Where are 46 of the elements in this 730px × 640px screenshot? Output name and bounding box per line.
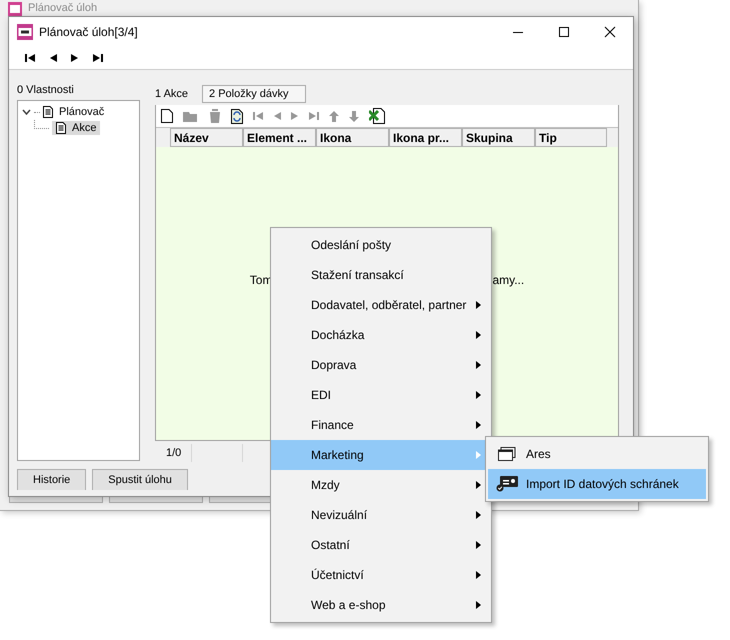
tree-item[interactable]: Akce	[52, 121, 100, 135]
menu-item[interactable]: Účetnictví	[271, 560, 491, 590]
menu-item[interactable]: Ostatní	[271, 530, 491, 560]
menu-item[interactable]: Ares	[488, 439, 706, 469]
tree-item[interactable]: Plánovač	[56, 105, 108, 119]
window-title: Plánovač úloh	[28, 2, 98, 15]
action-button[interactable]: Spustit úlohu	[92, 469, 188, 490]
section-label: 0 Vlastnosti	[17, 84, 75, 96]
column-header[interactable]: Ikona	[316, 128, 389, 147]
column-header[interactable]: Název	[170, 128, 243, 147]
menu-item[interactable]: Odeslání pošty	[271, 230, 491, 260]
menu-item[interactable]: Web a e-shop	[271, 590, 491, 620]
last-icon[interactable]	[93, 54, 103, 62]
next-icon[interactable]	[71, 54, 79, 62]
id-card-icon	[496, 476, 518, 492]
new-document-icon[interactable]	[161, 109, 173, 123]
expand-chevron-icon[interactable]	[22, 109, 31, 115]
windows-icon	[498, 447, 516, 461]
document-icon	[43, 106, 53, 118]
empty-message: amy...	[492, 272, 524, 286]
menu-item[interactable]: Stažení transakcí	[271, 260, 491, 290]
tab[interactable]: 2 Položky dávky	[202, 85, 306, 103]
menu-item[interactable]: Doprava	[271, 350, 491, 380]
menu-item[interactable]: Nevizuální	[271, 500, 491, 530]
document-icon	[56, 122, 66, 134]
refresh-document-icon[interactable]	[231, 108, 243, 124]
column-header[interactable]: Skupina	[462, 128, 535, 147]
spreadsheet-icon[interactable]	[369, 108, 385, 124]
menu-item[interactable]: Import ID datových schránek	[488, 469, 706, 499]
action-button[interactable]: Historie	[17, 469, 86, 490]
menu-item[interactable]: Finance	[271, 410, 491, 440]
window-title: Plánovač úloh[3/4]	[39, 25, 138, 39]
column-header[interactable]: Element ...	[243, 128, 316, 147]
close-icon[interactable]	[604, 26, 616, 38]
menu-item[interactable]: EDI	[271, 380, 491, 410]
first-icon[interactable]	[25, 54, 35, 62]
app-icon	[17, 24, 33, 40]
previous-icon[interactable]	[49, 54, 57, 62]
tree-item-label: Akce	[72, 122, 96, 134]
record-counter: 1/0	[155, 444, 192, 462]
menu-item[interactable]: Docházka	[271, 320, 491, 350]
tab[interactable]: 1 Akce	[155, 86, 194, 102]
column-header[interactable]: Tip	[535, 128, 607, 147]
menu-item[interactable]: Dodavatel, odběratel, partner	[271, 290, 491, 320]
column-header[interactable]: Ikona pr...	[389, 128, 462, 147]
maximize-icon[interactable]	[558, 26, 570, 38]
